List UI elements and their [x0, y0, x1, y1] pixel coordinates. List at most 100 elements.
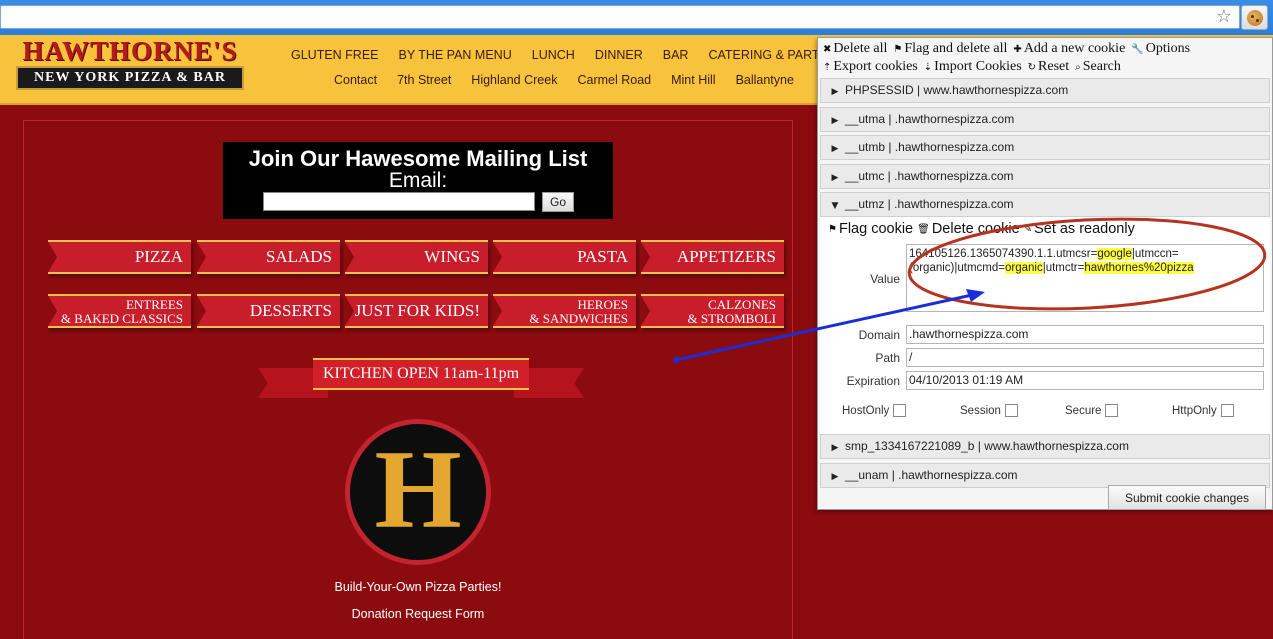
checkbox[interactable]	[1105, 404, 1119, 417]
collapsed-arrow-icon: ▶	[831, 443, 839, 453]
emblem-letter: H	[374, 428, 462, 552]
email-input[interactable]	[263, 192, 535, 211]
submit-cookie-changes-button[interactable]: Submit cookie changes	[1108, 485, 1266, 510]
checkbox[interactable]	[1220, 404, 1234, 417]
menu-button[interactable]: PASTA	[492, 240, 636, 274]
address-bar[interactable]	[0, 5, 1240, 29]
menu-button[interactable]: CALZONES & STROMBOLI	[640, 294, 784, 328]
toolbar-button[interactable]: ⇡ Export cookies	[823, 59, 918, 75]
cookie-action-button[interactable]: ⚑ Flag cookie	[828, 221, 913, 237]
cookie-row[interactable]: ▼ __utmz | .hawthornespizza.com	[820, 192, 1270, 217]
toolbar-button[interactable]: ⚑ Flag and delete all	[893, 41, 1007, 57]
nav-link[interactable]: BAR	[663, 48, 689, 62]
toolbar-label: Delete all	[833, 41, 888, 56]
cookie-action-button[interactable]: ✎ Set as readonly	[1024, 221, 1135, 237]
cookie-row[interactable]: ▶ PHPSESSID | www.hawthornespizza.com	[820, 78, 1270, 103]
toolbar-button[interactable]: ↻ Reset	[1028, 59, 1070, 75]
menu-button-line-1: HEROES	[577, 297, 628, 312]
cookie-actions: ⚑ Flag cookie 🗑 Delete cookie ✎ Set as readon…	[828, 221, 1139, 237]
toolbar-button[interactable]: ⌕ Search	[1075, 59, 1121, 75]
action-icon: 🗑	[917, 223, 930, 235]
menu-button[interactable]: HEROES & SANDWICHES	[492, 294, 636, 328]
action-icon: ⚑	[828, 223, 837, 235]
toolbar-label: Flag and delete all	[904, 41, 1008, 56]
cookie-row[interactable]: ▶ smp_1334167221089_b | www.hawthornespiz…	[820, 434, 1270, 459]
go-button[interactable]: Go	[542, 192, 574, 212]
cookie-name: __utmb | .hawthornespizza.com	[845, 140, 1015, 154]
cookie-editor-panel: ✖ Delete all ⚑ Flag and delete all ✚ Add a ne…	[817, 37, 1273, 510]
nav-link[interactable]: LUNCH	[532, 48, 575, 62]
toolbar-label: Add a new cookie	[1023, 41, 1126, 56]
panel-toolbar-secondary: ⇡ Export cookies ⇣ Import Cookies ↻ Reset ⌕ Sea…	[823, 59, 1127, 75]
toolbar-label: Export cookies	[833, 59, 918, 74]
kitchen-hours-banner: KITCHEN OPEN 11am-11pm	[258, 358, 584, 400]
action-label: Set as readonly	[1034, 221, 1135, 237]
flag-label: HttpOnly	[1172, 404, 1217, 417]
collapsed-arrow-icon: ▶	[831, 144, 839, 154]
checkbox[interactable]	[1004, 404, 1018, 417]
menu-button-line-2: & SANDWICHES	[529, 311, 628, 326]
nav-link[interactable]: Mint Hill	[671, 73, 715, 87]
flag-hostonly[interactable]: HostOnly	[842, 404, 907, 417]
nav-link[interactable]: Highland Creek	[471, 73, 557, 87]
bookmark-star-icon[interactable]: ☆	[1213, 6, 1235, 28]
donation-form-link[interactable]: Donation Request Form	[240, 607, 596, 621]
toolbar-button[interactable]: ✚ Add a new cookie	[1013, 41, 1125, 57]
flag-session[interactable]: Session	[960, 404, 1018, 417]
menu-button[interactable]: SALADS	[196, 240, 340, 274]
toolbar-label: Reset	[1038, 59, 1070, 74]
toolbar-icon: ⇡	[823, 61, 832, 73]
domain-label: Domain	[858, 328, 900, 342]
cookie-name: __utma | .hawthornespizza.com	[845, 111, 1015, 126]
collapsed-arrow-icon: ▶	[831, 87, 839, 97]
mailing-list-box: Join Our Hawesome Mailing List Email: Go	[223, 142, 613, 219]
toolbar-button[interactable]: ⇣ Import Cookies	[924, 59, 1022, 75]
nav-link[interactable]: 7th Street	[397, 73, 451, 87]
cookie-row[interactable]: ▶ __utmb | .hawthornespizza.com	[820, 135, 1270, 160]
cookie-action-button[interactable]: 🗑 Delete cookie	[917, 221, 1020, 237]
kitchen-hours-label: KITCHEN OPEN 11am-11pm	[313, 358, 529, 390]
highlighted-value: hawthornes%20pizza	[1084, 262, 1194, 274]
flag-httponly[interactable]: HttpOnly	[1172, 404, 1234, 417]
toolbar-icon: ✚	[1013, 43, 1022, 55]
menu-button[interactable]: DESSERTS	[196, 294, 340, 328]
checkbox[interactable]	[893, 404, 907, 417]
menu-button[interactable]: JUST FOR KIDS!	[344, 294, 488, 328]
cookie-row[interactable]: ▶ __utma | .hawthornespizza.com	[820, 106, 1270, 132]
flag-label: Secure	[1065, 404, 1102, 417]
nav-link[interactable]: Contact	[334, 73, 377, 87]
toolbar-button[interactable]: 🔧 Options	[1131, 41, 1190, 57]
cookie-row[interactable]: ▶ __utmc | .hawthornespizza.com	[820, 163, 1270, 189]
panel-toolbar-primary: ✖ Delete all ⚑ Flag and delete all ✚ Add a ne…	[823, 41, 1196, 57]
toolbar-button[interactable]: ✖ Delete all	[823, 41, 887, 57]
nav-link[interactable]: DINNER	[595, 48, 643, 62]
nav-link[interactable]: GLUTEN FREE	[291, 48, 379, 62]
domain-input[interactable]: .hawthornespizza.com	[906, 325, 1264, 344]
menu-button[interactable]: APPETIZERS	[640, 240, 784, 274]
toolbar-label: Search	[1082, 59, 1121, 74]
nav-link[interactable]: BY THE PAN MENU	[399, 48, 512, 62]
toolbar-icon: ↻	[1027, 61, 1037, 73]
value-textarea[interactable]: 164105126.1365074390.1.1.utmcsr=google |u…	[906, 244, 1264, 312]
logo-subtitle: NEW YORK PIZZA & BAR	[16, 66, 244, 90]
email-label: Email:	[388, 169, 448, 192]
highlighted-value: organic	[1004, 262, 1043, 274]
menu-button[interactable]: ENTREES & BAKED CLASSICS	[47, 294, 191, 328]
cookie-extension-button[interactable]	[1241, 5, 1268, 30]
pizza-parties-link[interactable]: Build-Your-Own Pizza Parties!	[240, 580, 596, 594]
menu-button[interactable]: PIZZA	[47, 240, 191, 274]
site-logo[interactable]: HAWTHORNE'S NEW YORK PIZZA & BAR	[14, 37, 246, 93]
nav-link[interactable]: Carmel Road	[577, 73, 651, 87]
action-label: Delete cookie	[931, 221, 1020, 237]
flag-secure[interactable]: Secure	[1065, 404, 1119, 417]
toolbar-icon: ✖	[823, 43, 832, 55]
expiration-input[interactable]: 04/10/2013 01:19 AM	[906, 371, 1264, 390]
path-input[interactable]: /	[906, 348, 1264, 367]
menu-button-line-1: CALZONES	[708, 297, 776, 312]
nav-link[interactable]: Ballantyne	[736, 73, 794, 87]
cookie-name: __utmz | .hawthornespizza.com	[845, 197, 1014, 211]
menu-button[interactable]: WINGS	[344, 240, 488, 274]
menu-button-line-1: DESSERTS	[249, 301, 332, 320]
expanded-arrow-icon: ▼	[831, 201, 839, 211]
toolbar-label: Options	[1145, 41, 1191, 56]
